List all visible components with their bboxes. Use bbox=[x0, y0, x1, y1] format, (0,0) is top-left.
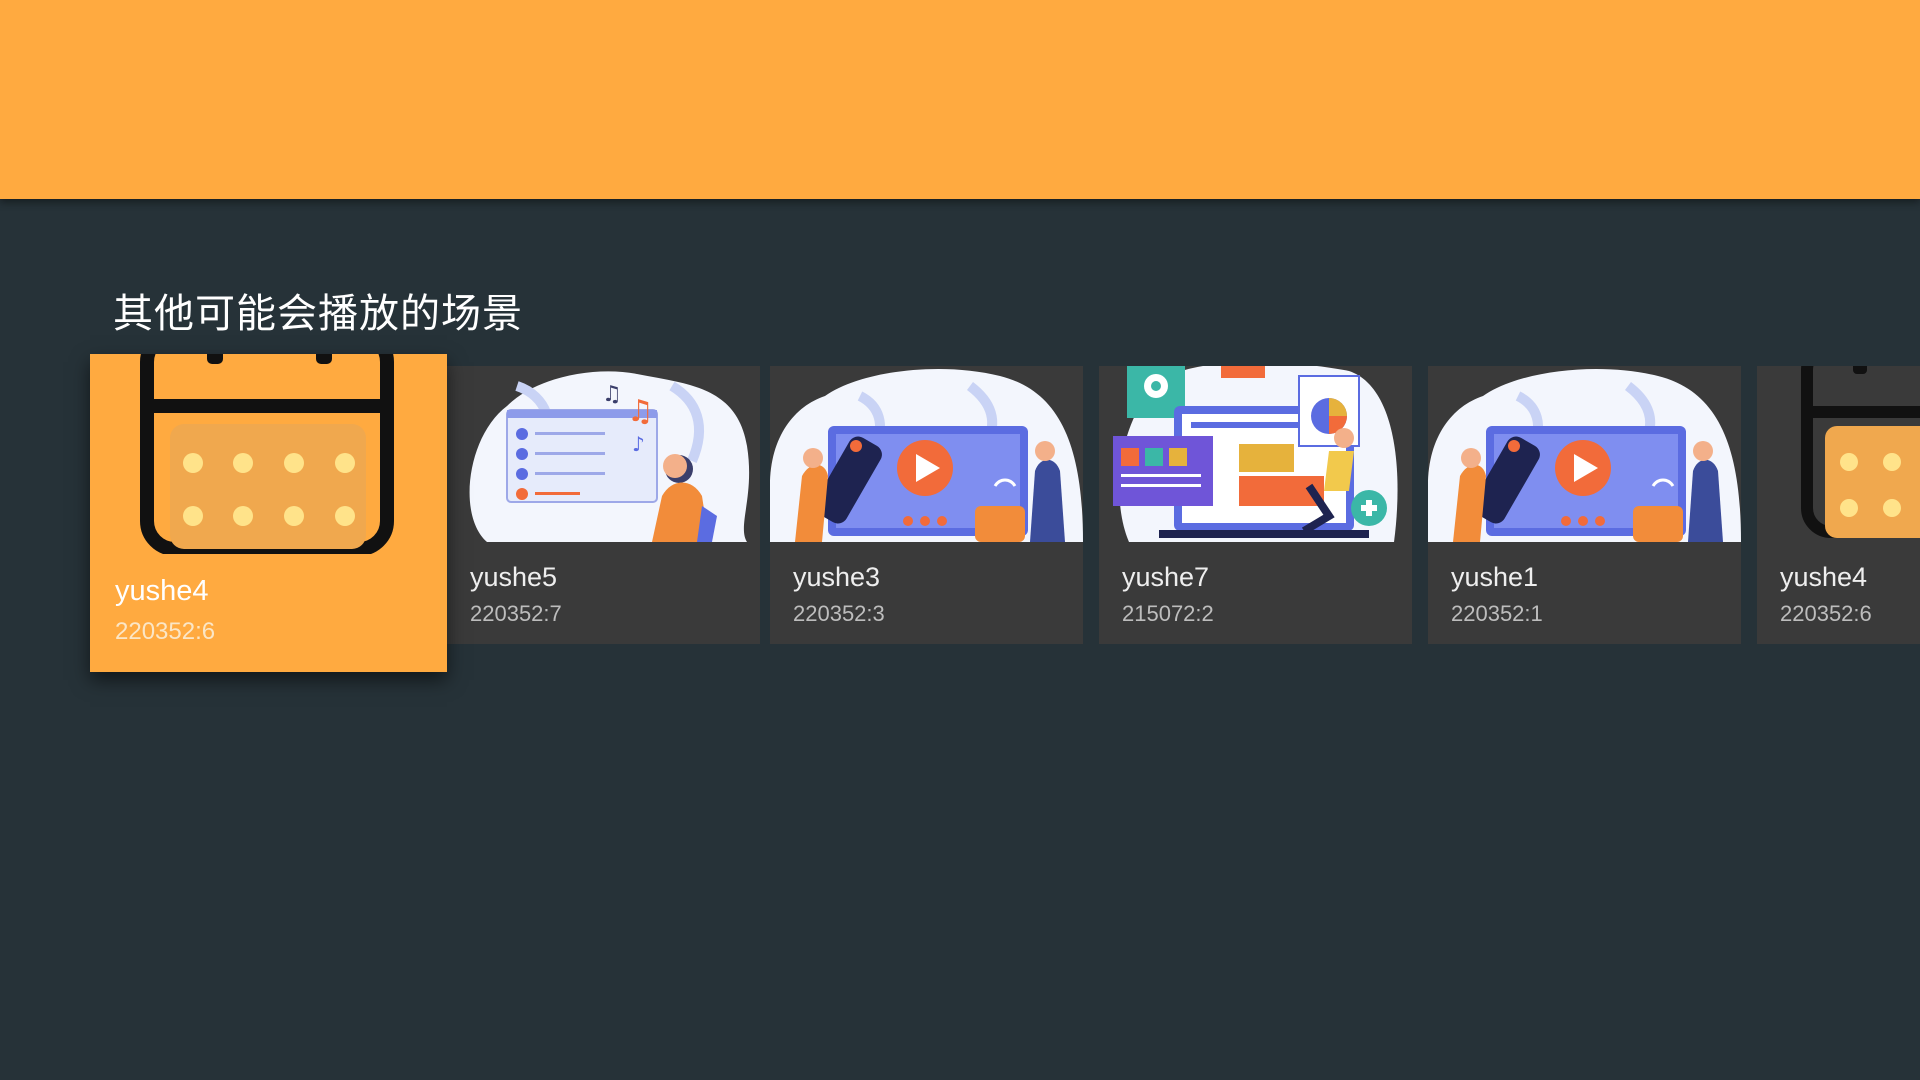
card-subtitle: 215072:2 bbox=[1122, 601, 1214, 626]
scene-card-yushe4[interactable]: yushe4 220352:6 bbox=[1757, 366, 1920, 644]
calendar-icon bbox=[1757, 366, 1920, 542]
calendar-icon bbox=[90, 354, 447, 554]
card-title: yushe1 bbox=[1451, 562, 1539, 592]
card-row: yushe4 220352:6 ♫ ♫ ♪ yushe5 220352:7 yu… bbox=[0, 0, 1920, 1080]
scene-card-yushe1[interactable]: yushe1 220352:1 bbox=[1428, 366, 1741, 644]
card-subtitle: 220352:6 bbox=[115, 618, 216, 645]
dashboard-illustration bbox=[1099, 366, 1412, 542]
card-title: yushe5 bbox=[470, 562, 558, 592]
card-title: yushe4 bbox=[115, 575, 209, 607]
scene-card-yushe5[interactable]: ♫ ♫ ♪ yushe5 220352:7 bbox=[447, 366, 760, 644]
svg-text:♫: ♫ bbox=[627, 394, 654, 429]
scene-card-yushe7[interactable]: yushe7 215072:2 bbox=[1099, 366, 1412, 644]
tv-remote-illustration bbox=[1428, 366, 1741, 542]
card-subtitle: 220352:6 bbox=[1780, 601, 1872, 626]
card-subtitle: 220352:3 bbox=[793, 601, 885, 626]
card-title: yushe7 bbox=[1122, 562, 1210, 592]
card-title: yushe3 bbox=[793, 562, 881, 592]
scene-card-yushe4-focused[interactable]: yushe4 220352:6 bbox=[90, 354, 447, 672]
svg-text:♫: ♫ bbox=[602, 382, 622, 407]
card-subtitle: 220352:7 bbox=[470, 601, 562, 626]
svg-text:♪: ♪ bbox=[632, 432, 645, 456]
card-title: yushe4 bbox=[1780, 562, 1868, 592]
tv-remote-illustration bbox=[770, 366, 1083, 542]
music-player-illustration: ♫ ♫ ♪ bbox=[447, 366, 760, 542]
scene-card-yushe3[interactable]: yushe3 220352:3 bbox=[770, 366, 1083, 644]
card-subtitle: 220352:1 bbox=[1451, 601, 1543, 626]
